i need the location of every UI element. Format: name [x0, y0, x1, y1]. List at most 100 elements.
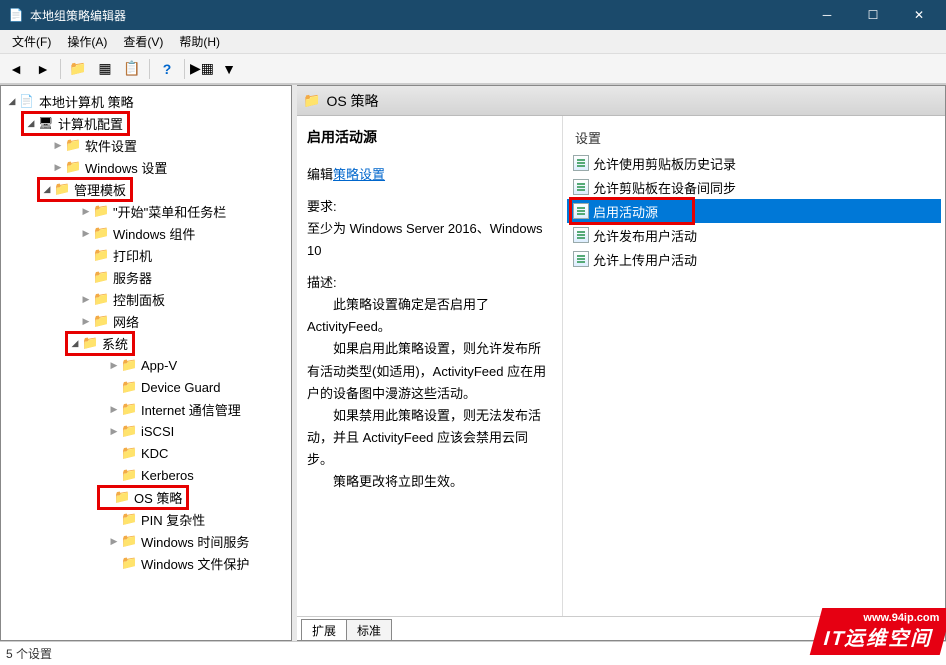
show-hide-tree-button[interactable]: ▦ — [93, 57, 117, 81]
setting-item-clipboard-sync[interactable]: 允许剪贴板在设备间同步 — [567, 175, 941, 199]
tree-label: Kerberos — [141, 468, 194, 483]
tree-computer-config[interactable]: 计算机配置 — [3, 112, 289, 134]
expand-icon[interactable] — [107, 426, 121, 437]
expand-icon[interactable] — [79, 206, 93, 217]
tree-printers[interactable]: 打印机 — [3, 244, 289, 266]
tree-root[interactable]: 本地计算机 策略 — [3, 90, 289, 112]
tree-windows-time[interactable]: Windows 时间服务 — [3, 530, 289, 552]
tree-label: 软件设置 — [85, 136, 137, 155]
tree-admin-templates[interactable]: 管理模板 — [3, 178, 289, 200]
tree-software-settings[interactable]: 软件设置 — [3, 134, 289, 156]
tree-internet-comm[interactable]: Internet 通信管理 — [3, 398, 289, 420]
tree-system[interactable]: 系统 — [3, 332, 289, 354]
setting-label: 允许剪贴板在设备间同步 — [593, 178, 736, 197]
settings-header[interactable]: 设置 — [567, 124, 941, 151]
setting-item-activity-feed[interactable]: 启用活动源 — [567, 199, 941, 223]
folder-icon — [121, 511, 139, 527]
tree-windows-components[interactable]: Windows 组件 — [3, 222, 289, 244]
tab-standard[interactable]: 标准 — [346, 619, 392, 641]
expand-icon[interactable] — [5, 96, 19, 107]
setting-item-publish-activity[interactable]: 允许发布用户活动 — [567, 223, 941, 247]
folder-icon — [121, 423, 139, 439]
title-bar: 📄 本地组策略编辑器 ─ ☐ ✕ — [0, 0, 946, 30]
folder-icon — [121, 445, 139, 461]
help-button[interactable]: ? — [155, 57, 179, 81]
status-bar: 5 个设置 — [0, 641, 946, 665]
setting-item-clipboard-history[interactable]: 允许使用剪贴板历史记录 — [567, 151, 941, 175]
selected-policy-title: 启用活动源 — [307, 126, 552, 150]
tree-windows-file-protect[interactable]: Windows 文件保护 — [3, 552, 289, 574]
settings-pane: 设置 允许使用剪贴板历史记录 允许剪贴板在设备间同步 启用活动源 允许发布用户活… — [563, 116, 945, 616]
tree-os-policy[interactable]: OS 策略 — [3, 486, 289, 508]
tree-appv[interactable]: App-V — [3, 354, 289, 376]
expand-icon[interactable] — [51, 162, 65, 173]
expand-icon[interactable] — [79, 294, 93, 305]
window-controls: ─ ☐ ✕ — [804, 0, 942, 30]
folder-icon — [121, 555, 139, 571]
setting-item-upload-activity[interactable]: 允许上传用户活动 — [567, 247, 941, 271]
expand-icon[interactable] — [107, 536, 121, 547]
tree-device-guard[interactable]: Device Guard — [3, 376, 289, 398]
folder-icon — [65, 159, 83, 175]
description-section: 描述: 此策略设置确定是否启用了ActivityFeed。 如果启用此策略设置，… — [307, 272, 552, 493]
menu-help[interactable]: 帮助(H) — [171, 31, 228, 52]
watermark-text: IT运维空间 — [821, 628, 937, 650]
tree-label: 系统 — [102, 334, 128, 353]
edit-policy-link[interactable]: 策略设置 — [333, 167, 385, 182]
detail-header: 📁 OS 策略 — [297, 86, 945, 116]
maximize-button[interactable]: ☐ — [850, 0, 896, 30]
computer-icon — [38, 115, 56, 131]
tree-label: Windows 设置 — [85, 158, 167, 177]
folder-icon — [93, 203, 111, 219]
tree-iscsi[interactable]: iSCSI — [3, 420, 289, 442]
tree-label: PIN 复杂性 — [141, 510, 205, 529]
tree-label: Internet 通信管理 — [141, 400, 241, 419]
minimize-button[interactable]: ─ — [804, 0, 850, 30]
tab-extended[interactable]: 扩展 — [301, 619, 347, 641]
forward-button[interactable]: ► — [31, 57, 55, 81]
tree-servers[interactable]: 服务器 — [3, 266, 289, 288]
policy-doc-icon — [573, 227, 589, 243]
expand-icon[interactable] — [107, 360, 121, 371]
tree-label: 服务器 — [113, 268, 152, 287]
tree-label: App-V — [141, 358, 177, 373]
expand-icon[interactable] — [107, 404, 121, 415]
tree-label: Windows 文件保护 — [141, 554, 249, 573]
folder-icon — [121, 533, 139, 549]
menu-view[interactable]: 查看(V) — [115, 31, 171, 52]
expand-icon[interactable] — [79, 316, 93, 327]
detail-header-title: OS 策略 — [326, 91, 378, 111]
tree-pane[interactable]: 本地计算机 策略 计算机配置 软件设置 Windows 设置 管理模板 — [0, 85, 292, 641]
expand-icon[interactable] — [79, 228, 93, 239]
up-button[interactable]: 📁 — [66, 57, 90, 81]
expand-icon[interactable] — [68, 338, 82, 349]
tree-network[interactable]: 网络 — [3, 310, 289, 332]
window-title: 本地组策略编辑器 — [30, 7, 804, 24]
expand-icon[interactable] — [51, 140, 65, 151]
back-button[interactable]: ◄ — [4, 57, 28, 81]
expand-icon[interactable] — [40, 184, 54, 195]
tree-kerberos[interactable]: Kerberos — [3, 464, 289, 486]
detail-body: 启用活动源 编辑策略设置 要求: 至少为 Windows Server 2016… — [297, 116, 945, 616]
tree-label: 打印机 — [113, 246, 152, 265]
export-list-button[interactable]: 📋 — [120, 57, 144, 81]
close-button[interactable]: ✕ — [896, 0, 942, 30]
tree-kdc[interactable]: KDC — [3, 442, 289, 464]
tree-start-menu[interactable]: "开始"菜单和任务栏 — [3, 200, 289, 222]
tree-label: 管理模板 — [74, 180, 126, 199]
tree-control-panel[interactable]: 控制面板 — [3, 288, 289, 310]
folder-icon — [93, 247, 111, 263]
policy-doc-icon — [573, 203, 589, 219]
setting-label: 启用活动源 — [593, 202, 658, 221]
tree-label: iSCSI — [141, 424, 174, 439]
expand-icon[interactable] — [24, 118, 38, 129]
filter-button[interactable]: ▼ — [217, 57, 241, 81]
menu-file[interactable]: 文件(F) — [4, 31, 59, 52]
folder-icon: 📁 — [303, 92, 320, 109]
tree-pin-complexity[interactable]: PIN 复杂性 — [3, 508, 289, 530]
edit-label: 编辑 — [307, 167, 333, 182]
properties-button[interactable]: ▶▦ — [190, 57, 214, 81]
menu-action[interactable]: 操作(A) — [59, 31, 115, 52]
folder-icon — [121, 401, 139, 417]
tree-windows-settings[interactable]: Windows 设置 — [3, 156, 289, 178]
